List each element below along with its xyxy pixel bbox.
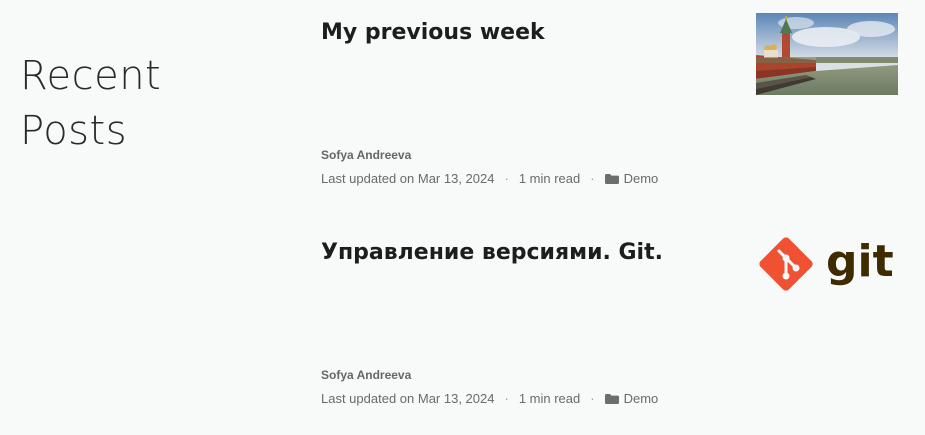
meta-separator: ·: [504, 391, 509, 406]
post-meta: Last updated on Mar 13, 2024 · 1 min rea…: [321, 391, 658, 406]
post-category-link[interactable]: Demo: [624, 391, 659, 406]
post-card: My previous week Sofya Andreeva Last upd…: [321, 13, 901, 186]
post-read-time: 1 min read: [518, 171, 581, 186]
post-author: Sofya Andreeva: [321, 368, 412, 382]
section-title-line2: Posts: [20, 108, 128, 155]
folder-icon: [604, 393, 619, 404]
meta-separator: ·: [504, 171, 509, 186]
post-read-time: 1 min read: [518, 391, 581, 406]
post-author: Sofya Andreeva: [321, 148, 412, 162]
post-thumbnail[interactable]: git: [756, 232, 898, 296]
meta-separator: ·: [590, 171, 595, 186]
folder-icon: [604, 173, 619, 184]
post-updated: Last updated on Mar 13, 2024: [321, 171, 495, 186]
section-title: Recent Posts: [20, 49, 280, 159]
post-card: Управление версиями. Git. git Sofya Andr…: [321, 236, 901, 406]
git-logo-text: git: [826, 236, 894, 287]
post-updated: Last updated on Mar 13, 2024: [321, 391, 495, 406]
post-category-link[interactable]: Demo: [624, 171, 659, 186]
post-meta: Last updated on Mar 13, 2024 · 1 min rea…: [321, 171, 658, 186]
section-title-line1: Recent: [20, 53, 162, 100]
meta-separator: ·: [590, 391, 595, 406]
post-thumbnail[interactable]: [756, 13, 898, 95]
